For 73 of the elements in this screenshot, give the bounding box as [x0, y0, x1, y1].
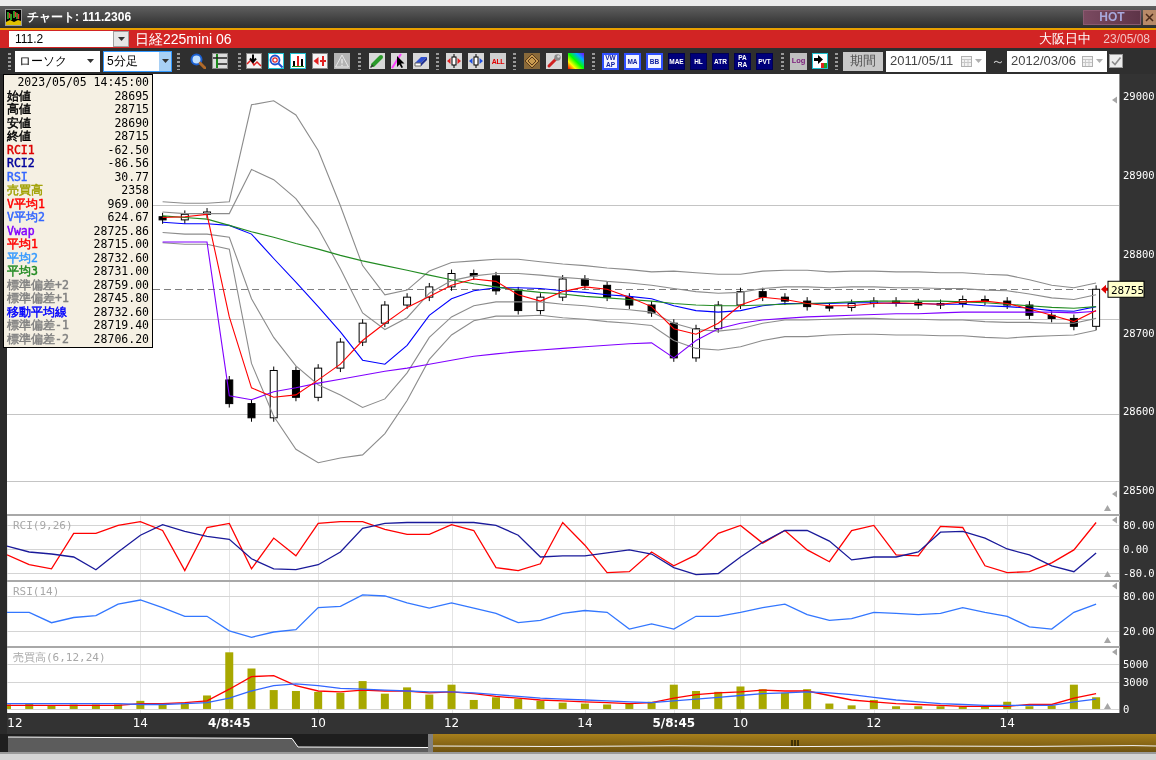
date-text: 23/05/08 — [1103, 31, 1150, 48]
axis-label: 29000 — [1123, 90, 1155, 103]
indicator-value: 28759.00 — [93, 278, 149, 292]
indicator-name: RCI1 — [7, 143, 35, 157]
indicator-value: 28719.40 — [93, 319, 149, 333]
indicator-name: 高値 — [7, 103, 31, 117]
instrument-name: 日経225mini 06 — [135, 29, 232, 49]
axis-label: -80.0 — [1123, 566, 1155, 579]
time-label: 12 — [443, 716, 460, 730]
indicator-value: 624.67 — [107, 211, 149, 225]
time-label: 10 — [310, 716, 326, 730]
axis-label: 5000 — [1123, 658, 1149, 670]
axis-label: 28900 — [1123, 168, 1155, 181]
indicator-value: 28695 — [114, 89, 149, 103]
indicator-name: 終値 — [7, 130, 31, 144]
indicator-value: 969.00 — [107, 197, 149, 211]
indicator-name: 平均2 — [7, 251, 38, 265]
indicator-title: 売買高(6,12,24) — [13, 651, 106, 664]
indicator-value: 28732.60 — [93, 251, 149, 265]
axis-label: 0.00 — [1123, 543, 1149, 556]
indicator-name: 移動平均線 — [7, 305, 67, 319]
time-label: 4/8:45 — [207, 716, 251, 730]
axis-label: 28500 — [1123, 484, 1155, 497]
time-label: 14 — [132, 716, 148, 730]
indicator-name: RCI2 — [7, 157, 35, 171]
indicator-name: V平均1 — [7, 197, 45, 211]
indicator-value: -62.50 — [107, 143, 149, 157]
time-label: 12 — [866, 716, 882, 730]
indicator-value: 28725.86 — [93, 224, 149, 238]
axis-label: 80.00 — [1123, 519, 1155, 532]
time-label: 14 — [999, 716, 1015, 730]
axis-label: 28800 — [1123, 247, 1155, 260]
indicator-value: -86.56 — [107, 157, 149, 171]
indicator-value: 28715.00 — [93, 238, 149, 252]
indicator-name: 始値 — [7, 89, 31, 103]
axis-label: 28600 — [1123, 405, 1155, 418]
indicator-name: Vwap — [7, 224, 35, 238]
axis-label: 20.00 — [1123, 624, 1155, 637]
indicator-value: 28715 — [114, 130, 149, 144]
indicator-name: V平均2 — [7, 211, 45, 225]
indicator-name: 安値 — [7, 116, 31, 130]
ref-line-label: 28755 — [1111, 283, 1145, 297]
indicator-title: RSI(14) — [13, 585, 60, 598]
axis-label: 3000 — [1123, 676, 1149, 688]
indicator-name: 標準偏差-1 — [7, 319, 69, 333]
indicator-value: 28706.20 — [93, 332, 149, 346]
indicator-name: 売買高 — [7, 184, 43, 198]
time-label: 5/8:45 — [652, 716, 696, 730]
indicator-value: 28690 — [114, 116, 149, 130]
indicator-name: RSI — [7, 170, 28, 184]
market-name: 大阪日中 — [1039, 30, 1092, 49]
indicator-name: 標準偏差+1 — [7, 292, 69, 306]
indicator-value: 30.77 — [114, 170, 149, 184]
indicator-value: 2358 — [121, 184, 149, 198]
indicator-value: 28715 — [114, 103, 149, 117]
time-label: 14 — [577, 716, 593, 730]
indicator-name: 標準偏差+2 — [7, 278, 69, 292]
indicator-name: 平均3 — [7, 265, 38, 279]
indicator-value: 28731.00 — [93, 265, 149, 279]
axis-label: 80.00 — [1123, 589, 1155, 602]
indicator-value: 28732.60 — [93, 305, 149, 319]
axis-label: 28700 — [1123, 326, 1155, 339]
indicator-name: 平均1 — [7, 238, 38, 252]
price-tag: 28755 — [1107, 280, 1145, 298]
indicator-value: 28745.80 — [93, 292, 149, 306]
time-label: 10 — [732, 716, 749, 730]
indicator-title: RCI(9,26) — [13, 519, 73, 532]
axis-label: 0 — [1123, 702, 1130, 713]
timestamp: 2023/05/05 14:45:00 — [16, 76, 149, 90]
window-title: チャート: 111.2306 — [27, 9, 132, 26]
time-label: 12 — [7, 716, 23, 730]
indicator-name: 標準偏差-2 — [7, 332, 69, 346]
range-separator: ～ — [990, 51, 1006, 71]
